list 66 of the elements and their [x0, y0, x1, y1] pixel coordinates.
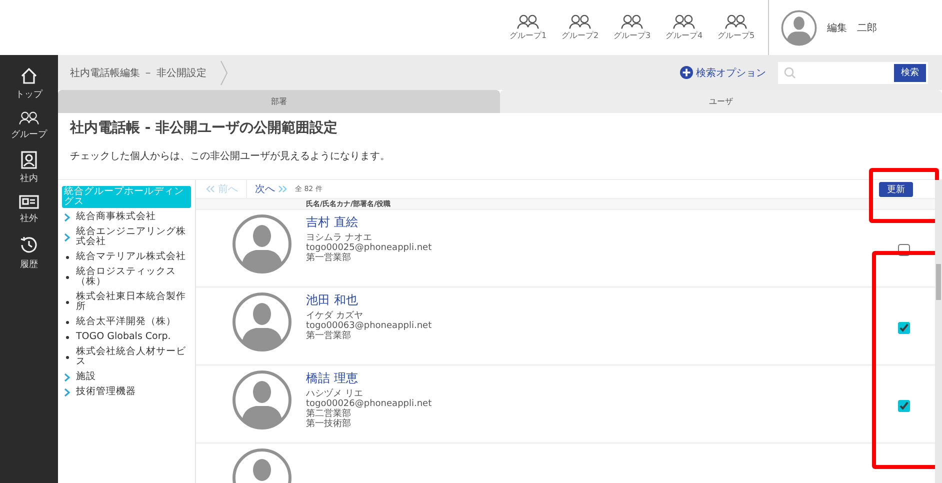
group-button[interactable]: グループ4: [658, 0, 710, 55]
avatar-icon: [232, 370, 292, 430]
name-kana: ハシヅメ リエ: [306, 389, 364, 399]
tree-item[interactable]: 統合ロジスティックス（株）: [76, 266, 191, 288]
avatar-icon: [232, 292, 292, 352]
sidebar-item[interactable]: トップ: [16, 67, 42, 101]
contact-book-icon: [21, 151, 37, 169]
sidebar-item[interactable]: 履歴: [19, 235, 39, 271]
tree-item[interactable]: 統合エンジニアリング株式会社: [76, 226, 191, 248]
email-text: togo00025@phoneappli.net: [306, 243, 432, 253]
department-text: 第一営業部: [306, 253, 352, 263]
group-button[interactable]: グループ1: [502, 0, 554, 55]
home-icon: [20, 67, 38, 85]
tree-item[interactable]: TOGO Globals Corp.: [76, 331, 191, 343]
checkbox[interactable]: [898, 244, 910, 256]
search-option-link[interactable]: 検索オプション: [680, 66, 766, 80]
double-chevron-right-icon: [278, 185, 287, 193]
person-name[interactable]: 吉村 直絵: [306, 214, 432, 231]
search-icon: [784, 66, 796, 78]
group-icon: [517, 14, 539, 30]
avatar-icon: [232, 214, 292, 274]
department-text: 第二営業部: [306, 409, 352, 419]
tree-item[interactable]: 株式会社東日本統合製作所: [76, 291, 191, 313]
search-button[interactable]: 検索: [894, 64, 926, 82]
tab[interactable]: ユーザ: [500, 90, 942, 113]
group-icon: [621, 14, 643, 30]
group-button[interactable]: グループ2: [554, 0, 606, 55]
group-icon: [569, 14, 591, 30]
email-text: togo00063@phoneappli.net: [306, 321, 432, 331]
id-card-icon: [19, 195, 39, 209]
tree-item[interactable]: 統合マテリアル株式会社: [76, 251, 191, 263]
person-name[interactable]: 池田 和也: [306, 292, 432, 309]
chevron-icon: [220, 60, 228, 86]
tree-item[interactable]: 統合太平洋開発（株）: [76, 316, 191, 328]
history-icon: [19, 235, 39, 255]
tree-item[interactable]: 株式会社統合人材サービス: [76, 346, 191, 368]
group-button[interactable]: グループ3: [606, 0, 658, 55]
sidebar-item[interactable]: 社内: [20, 151, 38, 185]
checkbox[interactable]: [898, 322, 910, 334]
description-text: チェックした個人からは、この非公開ユーザが見えるようになります。: [70, 150, 391, 163]
email-text: togo00026@phoneappli.net: [306, 399, 432, 409]
group-icon: [673, 14, 695, 30]
tree-item[interactable]: 施設: [76, 371, 191, 383]
user-name: 編集 二郎: [827, 22, 877, 34]
next-link[interactable]: 次へ: [255, 182, 287, 196]
update-button[interactable]: 更新: [879, 182, 913, 196]
breadcrumb[interactable]: 社内電話帳編集 － 非公開設定: [70, 66, 220, 80]
group-icon: [725, 14, 747, 30]
person-name[interactable]: 橋詰 理恵: [306, 370, 432, 387]
department-text: 第一技術部: [306, 419, 352, 429]
name-kana: イケダ カズヤ: [306, 311, 364, 321]
tree-item[interactable]: 技術管理機器: [76, 386, 191, 398]
checkbox[interactable]: [898, 400, 910, 412]
sidebar-item[interactable]: 社外: [19, 195, 39, 225]
search-field[interactable]: 検索: [778, 62, 928, 84]
department-text: 第一営業部: [306, 331, 352, 341]
name-kana: ヨシムラ ナオエ: [306, 233, 373, 243]
double-chevron-left-icon: [206, 185, 215, 193]
page-title: 社内電話帳 - 非公開ユーザの公開範囲設定: [70, 119, 339, 137]
group-icon: [19, 111, 39, 125]
avatar-icon: [781, 10, 817, 46]
sidebar-item[interactable]: グループ: [11, 111, 47, 141]
group-button[interactable]: グループ5: [710, 0, 762, 55]
tab[interactable]: 部署: [58, 90, 500, 113]
tree-item[interactable]: 統合商事株式会社: [76, 211, 191, 223]
plus-icon: [680, 66, 693, 79]
